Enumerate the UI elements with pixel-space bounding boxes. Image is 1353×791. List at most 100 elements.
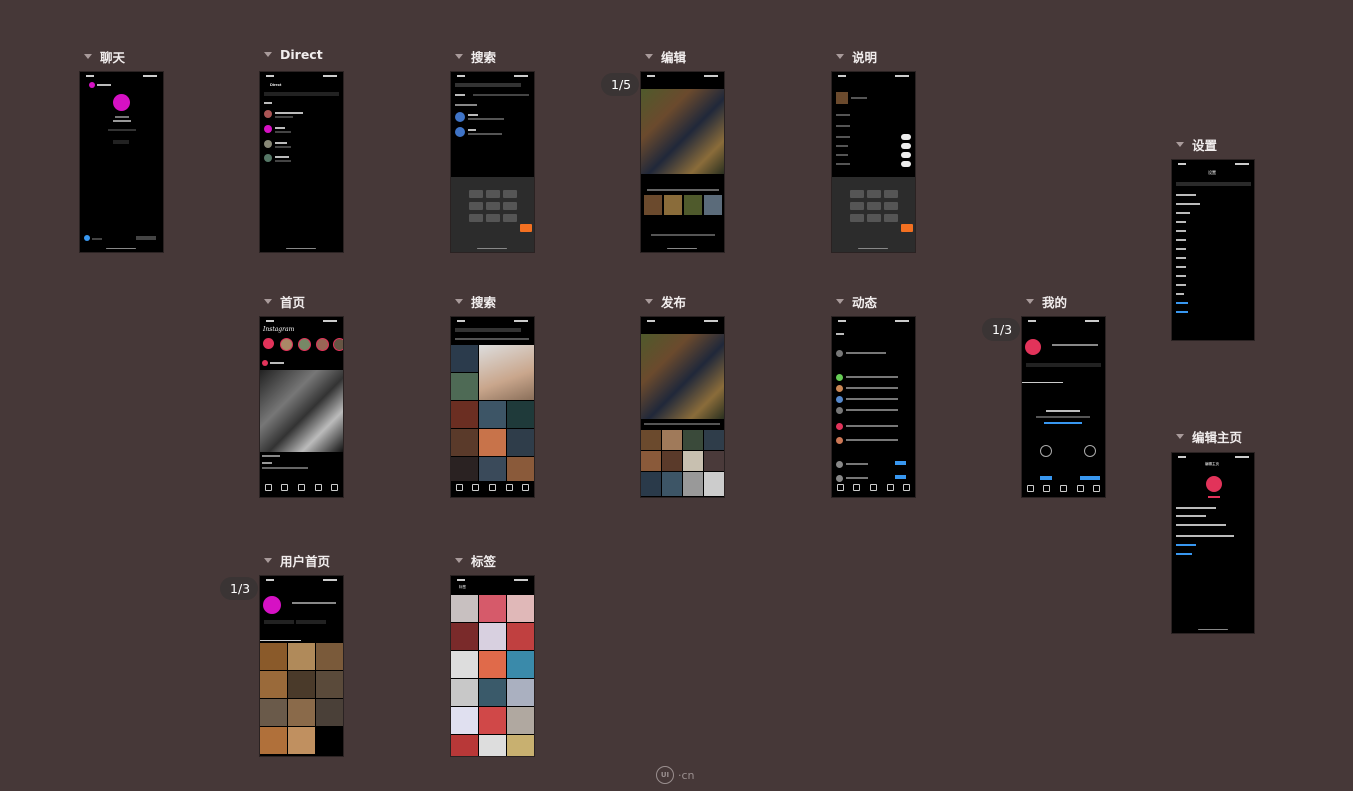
page-counter-badge[interactable]: 1/3: [220, 577, 259, 600]
explore-thumbnail[interactable]: [479, 457, 506, 481]
toggle-switch[interactable]: [901, 134, 911, 140]
home-icon[interactable]: [264, 483, 272, 491]
frame-label-publish[interactable]: 发布: [645, 292, 686, 311]
blue-link[interactable]: [1176, 311, 1188, 313]
frame-label-direct[interactable]: Direct: [264, 47, 323, 62]
tag-photo[interactable]: [479, 735, 506, 756]
tag-photo[interactable]: [451, 735, 478, 756]
story-avatar[interactable]: [333, 338, 343, 351]
gallery-thumbnail[interactable]: [641, 430, 661, 450]
search-icon[interactable]: [1043, 484, 1051, 492]
tag-people[interactable]: [836, 114, 850, 116]
search-icon[interactable]: [281, 483, 289, 491]
bottom-tab-bar[interactable]: [451, 481, 534, 493]
follow-button[interactable]: [895, 475, 906, 479]
search-icon[interactable]: [853, 483, 861, 491]
profile-field[interactable]: [1176, 524, 1226, 526]
frame-label-caption[interactable]: 说明: [836, 47, 877, 66]
tag-photo[interactable]: [479, 651, 506, 678]
frame-label-search-2[interactable]: 搜索: [455, 292, 496, 311]
frame-label-tags[interactable]: 标签: [455, 551, 496, 570]
add-icon[interactable]: [488, 483, 496, 491]
action-button[interactable]: [1080, 476, 1100, 480]
toggle-switch[interactable]: [901, 143, 911, 149]
page-counter-badge[interactable]: 1/3: [982, 318, 1021, 341]
explore-thumbnail[interactable]: [451, 429, 478, 456]
follow-button[interactable]: [895, 461, 906, 465]
tag-photo[interactable]: [507, 623, 534, 650]
search-input[interactable]: [455, 83, 521, 87]
explore-thumbnail[interactable]: [479, 429, 506, 456]
gallery-thumbnail[interactable]: [683, 472, 703, 496]
grid-photo[interactable]: [260, 643, 287, 670]
settings-item[interactable]: [1176, 275, 1186, 277]
filter-thumbnail[interactable]: [684, 195, 702, 215]
tag-photo[interactable]: [451, 651, 478, 678]
mic-icon[interactable]: [136, 236, 156, 240]
phone-frame-activity[interactable]: [831, 316, 916, 498]
add-photo-icon[interactable]: [1040, 445, 1052, 457]
avatar[interactable]: [1206, 476, 1222, 492]
home-icon[interactable]: [836, 483, 844, 491]
keyboard-key[interactable]: [884, 214, 898, 222]
keyboard-key[interactable]: [503, 202, 517, 210]
profile-icon[interactable]: [522, 483, 530, 491]
add-icon[interactable]: [1059, 484, 1067, 492]
explore-thumbnail[interactable]: [451, 401, 478, 428]
tag-photo[interactable]: [479, 595, 506, 622]
heart-icon[interactable]: [886, 483, 894, 491]
phone-frame-direct[interactable]: Direct: [259, 71, 344, 253]
frame-label-chat[interactable]: 聊天: [84, 47, 125, 66]
edit-profile-button[interactable]: [1026, 363, 1101, 367]
filter-thumbnail[interactable]: [664, 195, 682, 215]
gallery-thumbnail[interactable]: [683, 451, 703, 471]
search-icon[interactable]: [472, 483, 480, 491]
add-icon[interactable]: [297, 483, 305, 491]
explore-thumbnail[interactable]: [507, 457, 534, 481]
grid-photo[interactable]: [316, 699, 343, 726]
bottom-tab-bar[interactable]: [832, 481, 915, 493]
phone-frame-caption[interactable]: [831, 71, 916, 253]
settings-item[interactable]: [1176, 284, 1186, 286]
tag-photo[interactable]: [479, 623, 506, 650]
explore-thumbnail[interactable]: [479, 345, 534, 400]
keyboard-key[interactable]: [850, 214, 864, 222]
search-input[interactable]: [1176, 182, 1251, 186]
grid-tab-underline[interactable]: [260, 640, 301, 641]
tag-photo[interactable]: [507, 707, 534, 734]
gallery-toolbar[interactable]: [644, 423, 720, 425]
settings-item[interactable]: [1176, 194, 1196, 196]
explore-thumbnail[interactable]: [479, 401, 506, 428]
story-avatar[interactable]: [316, 338, 329, 351]
keyboard-key[interactable]: [486, 190, 500, 198]
category-tabs[interactable]: [455, 338, 529, 340]
gallery-thumbnail[interactable]: [662, 430, 682, 450]
phone-frame-settings[interactable]: 设置: [1171, 159, 1255, 341]
tag-photo[interactable]: [479, 679, 506, 706]
profile-field[interactable]: [1176, 535, 1234, 537]
keyboard-key[interactable]: [901, 224, 913, 232]
keyboard-key[interactable]: [884, 190, 898, 198]
blue-link[interactable]: [1044, 422, 1082, 424]
blue-link[interactable]: [1176, 553, 1192, 555]
frame-label-home[interactable]: 首页: [264, 292, 305, 311]
profile-field[interactable]: [1176, 515, 1206, 517]
keyboard-key[interactable]: [503, 190, 517, 198]
add-icon[interactable]: [869, 483, 877, 491]
blue-link[interactable]: [1176, 302, 1188, 304]
search-input[interactable]: [455, 328, 521, 332]
keyboard-key[interactable]: [486, 214, 500, 222]
tag-photo[interactable]: [451, 623, 478, 650]
grid-photo[interactable]: [260, 699, 287, 726]
tag-photo[interactable]: [507, 595, 534, 622]
heart-icon[interactable]: [1076, 484, 1084, 492]
blue-link[interactable]: [1176, 544, 1196, 546]
frame-label-settings[interactable]: 设置: [1176, 135, 1217, 154]
tag-photo[interactable]: [451, 595, 478, 622]
message-button[interactable]: [296, 620, 326, 624]
explore-thumbnail[interactable]: [507, 429, 534, 456]
home-icon[interactable]: [455, 483, 463, 491]
settings-item[interactable]: [1176, 212, 1190, 214]
profile-icon[interactable]: [903, 483, 911, 491]
keyboard-key[interactable]: [850, 190, 864, 198]
